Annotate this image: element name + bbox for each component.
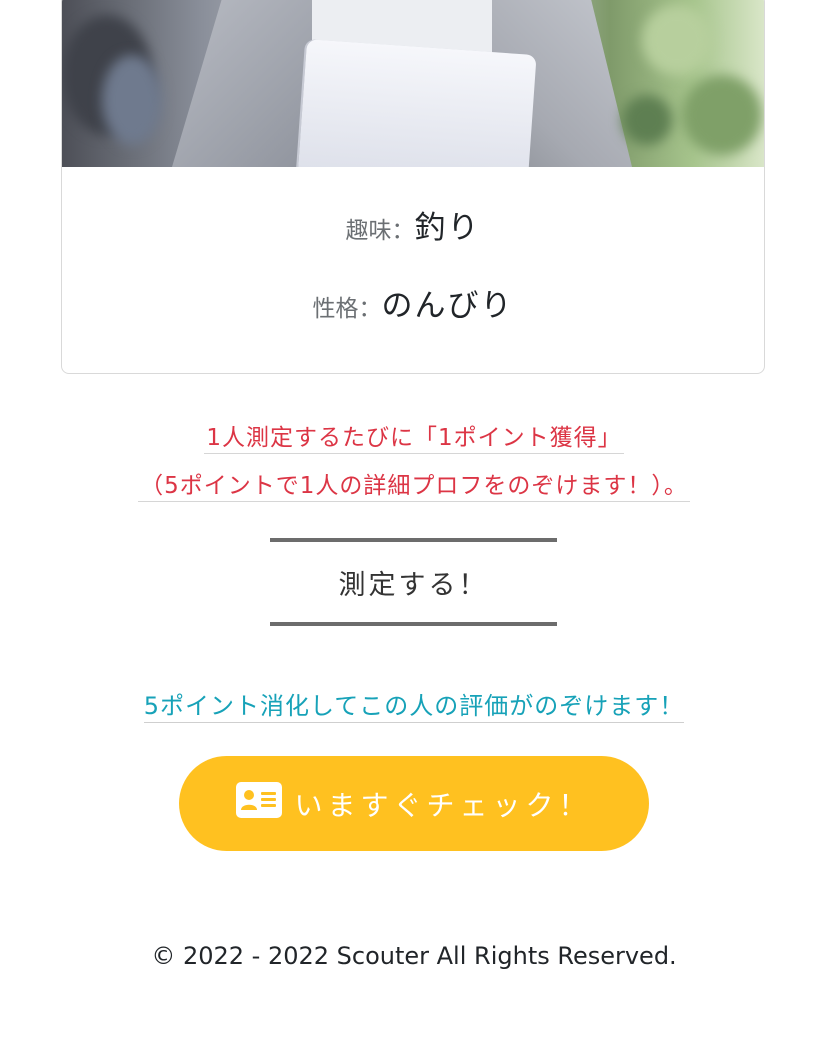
point-notice-line2: （5ポイントで1人の詳細プロフをのぞけます！）。 — [0, 466, 828, 502]
profile-photo — [62, 0, 764, 167]
point-notice-text1: 1人測定するたびに「1ポイント獲得」 — [204, 425, 624, 454]
personality-row: 性格：のんびり — [62, 291, 764, 322]
id-card-icon — [236, 781, 283, 818]
hobby-value: 釣り — [414, 210, 481, 246]
profile-card: 趣味：釣り 性格：のんびり — [61, 0, 765, 374]
hobby-row: 趣味：釣り — [62, 213, 764, 244]
point-notice-line1: 1人測定するたびに「1ポイント獲得」 — [0, 418, 828, 454]
personality-value: のんびり — [381, 288, 514, 324]
check-now-label: いますぐチェック！ — [294, 788, 592, 822]
evaluation-link-row: 5ポイント消化してこの人の評価がのぞけます！ — [0, 686, 828, 723]
profile-info: 趣味：釣り 性格：のんびり — [62, 213, 764, 322]
footer-copyright: © 2022 - 2022 Scouter All Rights Reserve… — [151, 942, 677, 970]
page: 趣味：釣り 性格：のんびり 1人測定するたびに「1ポイント獲得」 （5ポイントで… — [0, 0, 828, 1050]
personality-label: 性格： — [312, 296, 382, 322]
measure-button[interactable]: 測定する！ — [270, 538, 557, 626]
point-notice-text2: （5ポイントで1人の詳細プロフをのぞけます！）。 — [138, 473, 690, 502]
hobby-label: 趣味： — [345, 218, 415, 244]
evaluation-link[interactable]: 5ポイント消化してこの人の評価がのぞけます！ — [143, 692, 685, 723]
check-now-button[interactable]: いますぐチェック！ — [179, 756, 649, 851]
